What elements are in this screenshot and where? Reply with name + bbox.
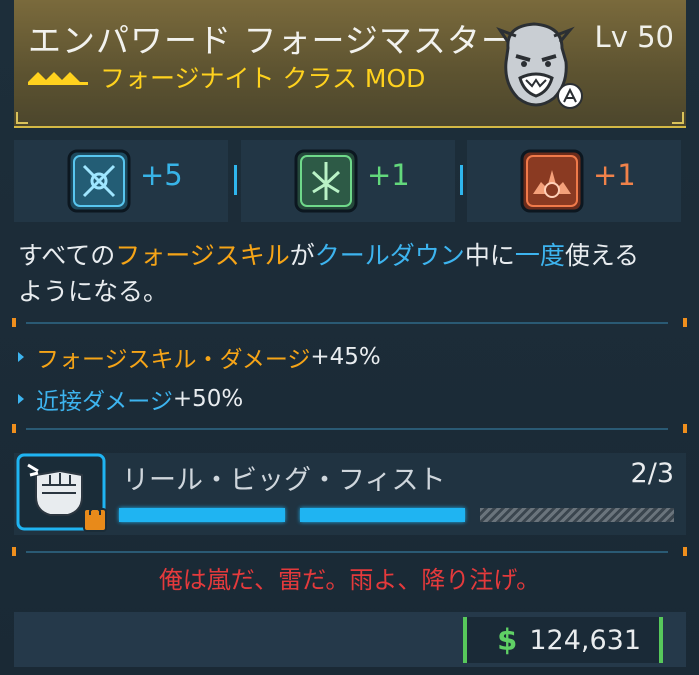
price-box[interactable]: $ 124,631: [463, 617, 663, 663]
divider-tick: [683, 424, 687, 433]
divider-tick: [12, 318, 16, 327]
skill-bonus-2[interactable]: +1: [241, 140, 455, 222]
divider-tick: [683, 318, 687, 327]
divider: [26, 322, 668, 324]
description-text: 使える: [564, 241, 640, 270]
divider-tick: [12, 547, 16, 556]
keyword-once: 一度: [514, 241, 565, 270]
skill-bonus-3[interactable]: +1: [467, 140, 681, 222]
leaf-burst-icon: [294, 149, 358, 213]
progress-segment-empty: [480, 508, 674, 522]
description-text: すべての: [18, 241, 116, 270]
ability-name: リール・ビッグ・フィスト: [122, 465, 446, 496]
skill-bonus-value: +1: [593, 158, 636, 192]
skill-bonus-value: +1: [367, 158, 410, 192]
skill-bonus-1[interactable]: +5: [14, 140, 228, 222]
flame-gear-icon: [520, 149, 584, 213]
divider-tick: [12, 424, 16, 433]
item-card: エンパワード フォージマスター フォージナイト クラス MOD Lv 50 +5…: [0, 0, 699, 675]
bullet-icon: [18, 394, 24, 404]
progress-segment-filled: [300, 508, 465, 522]
divider: [26, 428, 668, 430]
corner-decoration: [16, 112, 28, 124]
dollar-icon: $: [497, 623, 518, 657]
description-text: ようになる。: [18, 277, 169, 306]
skill-bonus-row: +5 +1 +1: [14, 140, 686, 222]
class-name: フォージナイト クラス MOD: [100, 64, 426, 93]
stat-label: 近接ダメージ: [36, 389, 173, 415]
character-portrait-icon: [496, 22, 583, 109]
ability-progress-count: 2/3: [630, 458, 674, 489]
stat-label: フォージスキル・ダメージ: [36, 347, 311, 373]
lock-icon: [83, 508, 107, 532]
price-amount: 124,631: [529, 624, 641, 656]
corner-decoration: [672, 112, 684, 124]
bullet-icon: [18, 352, 24, 362]
stat-value: +45%: [310, 344, 381, 370]
divider-tick: [683, 547, 687, 556]
class-rarity-icon: [28, 72, 88, 85]
divider: [460, 165, 463, 195]
flavor-text: 俺は嵐だ、雷だ。雨よ、降り注げ。: [158, 566, 541, 594]
item-title: エンパワード フォージマスター: [28, 21, 515, 60]
keyword-cooldown: クールダウン: [314, 241, 465, 270]
stat-line: フォージスキル・ダメージ +45%: [18, 340, 381, 374]
description-text: 中に: [464, 241, 515, 270]
divider: [234, 165, 237, 195]
stat-value: +50%: [172, 386, 244, 412]
level-label: Lv 50: [594, 20, 674, 54]
item-description: すべてのフォージスキルがクールダウン中に一度使える ようになる。: [18, 238, 678, 310]
crossed-blades-icon: [67, 149, 131, 213]
description-text: が: [289, 241, 315, 270]
class-row: フォージナイト クラス MOD: [28, 60, 425, 94]
divider: [26, 551, 668, 553]
keyword-forge-skill: フォージスキル: [115, 241, 290, 270]
progress-segment-filled: [119, 508, 285, 522]
stat-line: 近接ダメージ +50%: [18, 382, 243, 416]
fist-icon: [16, 453, 107, 532]
skill-bonus-value: +5: [140, 158, 183, 192]
